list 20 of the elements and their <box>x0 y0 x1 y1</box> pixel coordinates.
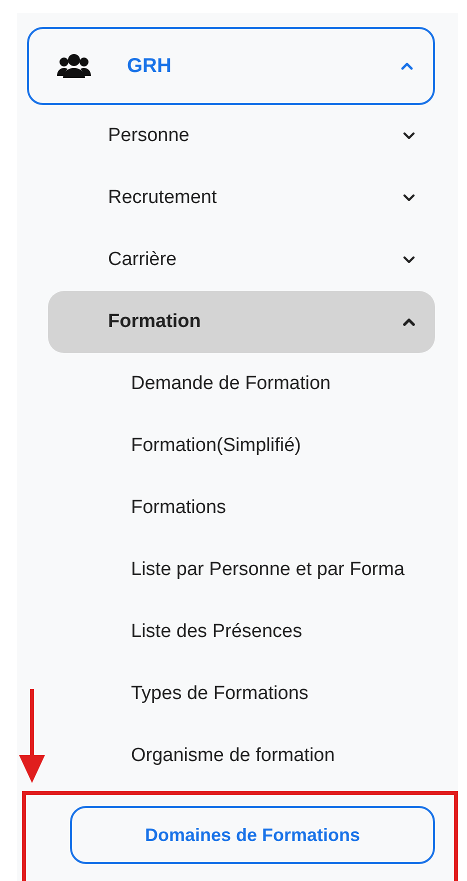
submenu-item[interactable]: Formation <box>48 291 435 353</box>
menu-link[interactable]: Formation(Simplifié) <box>131 415 301 477</box>
menu-link[interactable]: Demande de Formation <box>131 353 331 415</box>
chevron-down-icon <box>403 256 415 264</box>
menu-link[interactable]: Liste par Personne et par Forma <box>131 539 405 601</box>
menu-link[interactable]: Organisme de formation <box>131 725 335 787</box>
submenu-item[interactable]: Carrière <box>48 229 435 291</box>
chevron-up-icon <box>403 318 415 326</box>
chevron-down-icon <box>403 194 415 202</box>
chevron-down-icon <box>403 132 415 140</box>
menu-link[interactable]: Liste des Présences <box>131 601 302 663</box>
menu-link[interactable]: Types de Formations <box>131 663 308 725</box>
menu-item[interactable]: GRH <box>27 27 435 105</box>
arrow-icon <box>17 689 47 783</box>
submenu-item[interactable]: Personne <box>48 105 435 167</box>
menu-link[interactable]: Domaines de Formations <box>70 806 435 864</box>
chevron-up-icon <box>401 62 413 70</box>
people-icon <box>57 53 91 79</box>
submenu-item[interactable]: Recrutement <box>48 167 435 229</box>
menu-link[interactable]: Formations <box>131 477 226 539</box>
